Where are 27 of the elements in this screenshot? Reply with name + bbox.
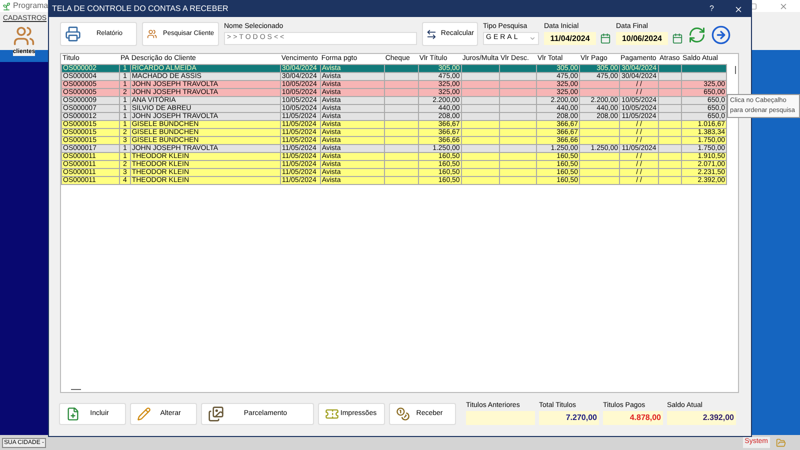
app-logo-icon <box>2 2 11 10</box>
summary-field: 2.392,00 <box>667 411 736 425</box>
folder-icon <box>776 438 786 448</box>
help-button[interactable]: ? <box>710 3 714 15</box>
people-icon <box>13 25 35 47</box>
arrow-right-icon[interactable] <box>711 25 731 45</box>
calendar-icon[interactable] <box>600 33 611 44</box>
people-icon <box>147 27 158 41</box>
app-title: Programa <box>13 0 48 12</box>
date-field[interactable]: 10/06/2024 <box>616 32 668 45</box>
summary-field: 4.878,00 <box>603 411 663 425</box>
coin-icon <box>396 407 410 421</box>
pictures-icon <box>208 406 224 422</box>
summary-field <box>466 411 535 425</box>
ticket-icon <box>325 407 339 421</box>
window-title: TELA DE CONTROLE DO CONTAS A RECEBER <box>52 3 228 15</box>
document-plus-icon <box>66 407 80 421</box>
refresh-icon[interactable] <box>688 26 706 44</box>
pencil-icon <box>137 407 151 421</box>
scrollbar-thumb[interactable] <box>735 66 736 74</box>
calendar-icon[interactable] <box>672 33 683 44</box>
scrollbar-thumb[interactable] <box>71 389 81 390</box>
summary-field: 7.270,00 <box>539 411 599 425</box>
printer-icon <box>65 26 81 42</box>
date-field[interactable]: 11/04/2024 <box>544 32 596 45</box>
caret-icon <box>529 35 536 42</box>
swap-arrows-icon <box>426 28 437 40</box>
